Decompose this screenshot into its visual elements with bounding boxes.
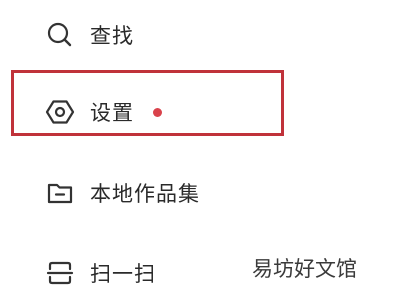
folder-icon <box>44 177 76 209</box>
search-icon <box>44 19 76 51</box>
menu-item-label: 设置 <box>90 101 134 125</box>
menu-item-settings[interactable]: 设置 <box>0 82 400 142</box>
notification-dot <box>153 107 162 117</box>
menu-item-label: 查找 <box>90 24 134 48</box>
menu-item-local-works[interactable]: 本地作品集 <box>0 163 400 223</box>
menu-item-label: 本地作品集 <box>90 182 200 206</box>
scan-icon <box>44 257 76 289</box>
menu-item-search[interactable]: 查找 <box>0 5 400 65</box>
watermark: 易坊好文馆 <box>252 257 357 281</box>
gear-icon <box>44 96 76 128</box>
menu-item-label: 扫一扫 <box>90 262 156 286</box>
